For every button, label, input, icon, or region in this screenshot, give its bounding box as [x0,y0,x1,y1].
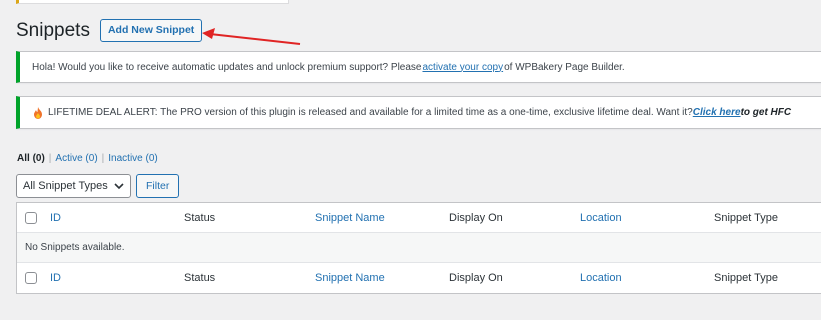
snippet-type-select[interactable]: All Snippet Types [16,174,131,198]
table-header-row: ID Status Snippet Name Display On Locati… [17,203,821,233]
activate-copy-link[interactable]: activate your copy [422,62,503,73]
empty-message: No Snippets available. [25,242,125,253]
column-header-snippet-type: Snippet Type [714,211,779,224]
view-separator: | [48,153,52,164]
click-here-link[interactable]: Click here [693,107,741,118]
snippets-table: ID Status Snippet Name Display On Locati… [16,202,821,294]
view-filters: All (0) | Active (0) | Inactive (0) [17,153,158,164]
filter-bar: All Snippet Types Filter [16,174,180,198]
column-header-display-on: Display On [449,211,503,224]
column-header-snippet-name[interactable]: Snippet Name [315,212,385,224]
chevron-down-icon [114,183,124,190]
filter-button[interactable]: Filter [136,174,180,198]
empty-row: No Snippets available. [17,233,821,263]
lifetime-deal-text: LIFETIME DEAL ALERT: The PRO version of … [48,107,693,118]
view-inactive-count: (0) [145,153,158,164]
view-all-label: All [17,153,30,164]
annotation-arrow-icon [202,28,301,45]
add-new-snippet-button[interactable]: Add New Snippet [99,19,203,42]
lifetime-deal-notice: LIFETIME DEAL ALERT: The PRO version of … [16,96,821,129]
column-footer-snippet-name[interactable]: Snippet Name [315,272,385,284]
wpbakery-notice: Hola! Would you like to receive automati… [16,51,821,83]
wpbakery-notice-text: Hola! Would you like to receive automati… [32,61,422,73]
page-header: Snippets Add New Snippet [16,19,203,42]
select-all-checkbox-footer[interactable] [25,272,37,284]
view-inactive[interactable]: Inactive (0) [108,153,157,164]
column-header-id[interactable]: ID [50,212,61,224]
view-active[interactable]: Active (0) [55,153,97,164]
column-footer-snippet-type: Snippet Type [714,272,779,284]
view-active-count: (0) [85,153,98,164]
select-all-checkbox[interactable] [25,211,37,224]
previous-notice-edge [16,0,289,4]
column-header-status: Status [184,211,216,224]
snippet-type-select-value: All Snippet Types [23,180,108,192]
wpbakery-notice-tail: of WPBakery Page Builder. [504,61,625,73]
page-title: Snippets [16,19,90,41]
view-all-count: (0) [32,153,45,164]
column-footer-status: Status [184,272,216,284]
view-all[interactable]: All (0) [17,153,45,164]
column-footer-display-on: Display On [449,272,503,284]
fire-icon [34,106,42,119]
column-footer-location[interactable]: Location [580,272,622,284]
table-footer-row: ID Status Snippet Name Display On Locati… [17,263,821,293]
view-separator: | [101,153,105,164]
column-footer-id[interactable]: ID [50,272,61,284]
view-inactive-label: Inactive [108,153,143,164]
view-active-label: Active [55,153,83,164]
column-header-location[interactable]: Location [580,212,622,224]
lifetime-deal-tail: to get HFC [740,107,792,118]
